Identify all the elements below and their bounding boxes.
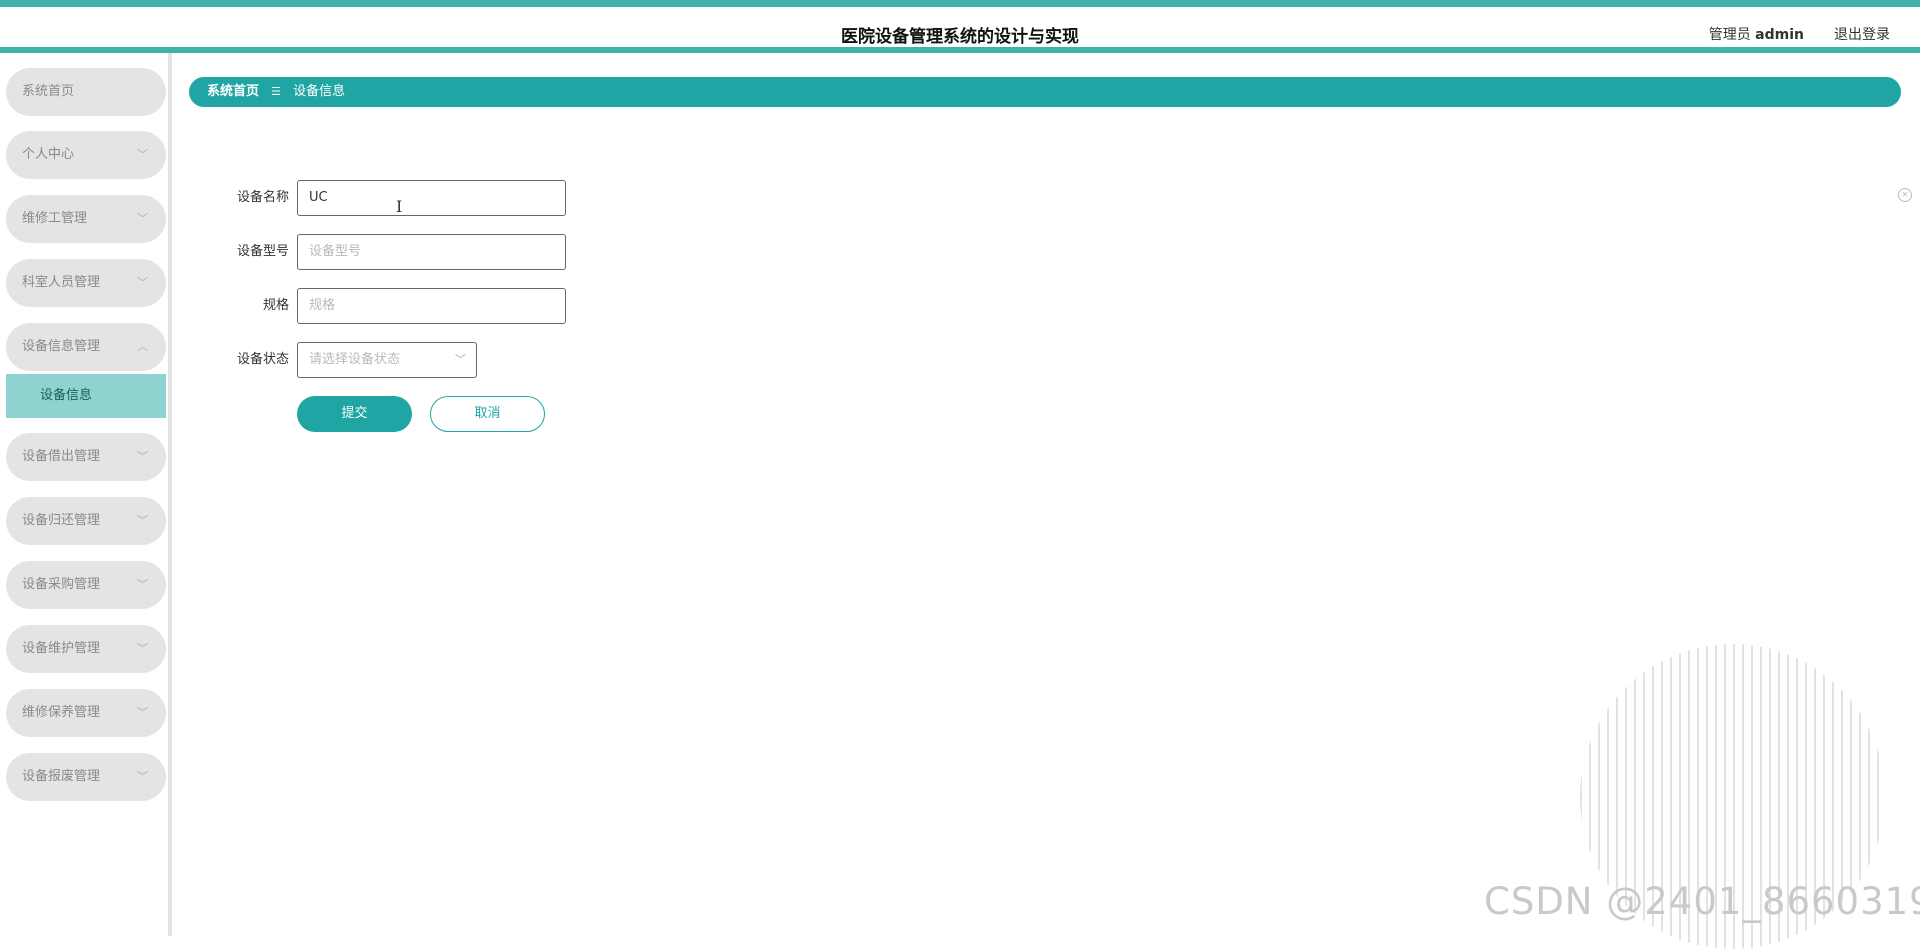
chevron-down-icon: ﹀ [137,578,148,591]
text-cursor-icon: I [396,197,403,216]
sidebar-item-equipment-scrap[interactable]: 设备报废管理 ﹀ [6,753,166,801]
status-placeholder: 请选择设备状态 [309,352,401,367]
status-label: 设备状态 [236,352,289,367]
breadcrumb-current: 设备信息 [293,84,346,99]
sidebar-item-label: 设备借出管理 [22,449,101,464]
sidebar-item-label: 设备采购管理 [22,577,101,592]
user-info: 管理员 admin [1709,24,1804,44]
sidebar-item-label: 设备信息管理 [22,339,101,354]
chevron-down-icon: ﹀ [137,514,148,527]
submit-button[interactable]: 提交 [297,396,412,432]
chevron-down-icon: ﹀ [137,706,148,719]
sidebar-item-equipment-return[interactable]: 设备归还管理 ﹀ [6,497,166,545]
sidebar-item-equipment-maintenance[interactable]: 设备维护管理 ﹀ [6,625,166,673]
sidebar-item-label: 设备报废管理 [22,769,101,784]
model-label: 设备型号 [236,244,289,259]
sidebar-item-label: 维修工管理 [22,211,88,226]
equipment-model-input[interactable]: 设备型号 [297,234,566,270]
sidebar-subitem-equipment-info[interactable]: 设备信息 [6,374,166,418]
sidebar-item-label: 设备维护管理 [22,641,101,656]
sidebar-item-equipment-info[interactable]: 设备信息管理 ︿ [6,323,166,371]
sidebar-item-label: 维修保养管理 [22,705,101,720]
sidebar-item-equipment-purchase[interactable]: 设备采购管理 ﹀ [6,561,166,609]
breadcrumb-separator-icon: ☰ [271,85,282,98]
sidebar-item-repairman[interactable]: 维修工管理 ﹀ [6,195,166,243]
sidebar-item-home[interactable]: 系统首页 [6,68,166,116]
spec-input[interactable]: 规格 [297,288,566,324]
logout-link[interactable]: 退出登录 [1834,24,1890,44]
cancel-button[interactable]: 取消 [430,396,545,432]
header-bottom-bar [0,47,1920,53]
chevron-down-icon: ﹀ [455,353,466,366]
spec-label: 规格 [262,298,289,313]
sidebar-item-label: 个人中心 [22,147,75,162]
chevron-down-icon: ﹀ [137,642,148,655]
chevron-down-icon: ﹀ [137,148,148,161]
sidebar-item-label: 科室人员管理 [22,275,101,290]
sidebar-item-equipment-loan[interactable]: 设备借出管理 ﹀ [6,433,166,481]
header: 医院设备管理系统的设计与实现 管理员 admin 退出登录 [0,7,1920,47]
sidebar-item-repair-upkeep[interactable]: 维修保养管理 ﹀ [6,689,166,737]
sidebar-item-personal-center[interactable]: 个人中心 ﹀ [6,131,166,179]
breadcrumb: 系统首页 ☰ 设备信息 [189,77,1901,107]
sidebar-item-label: 设备归还管理 [22,513,101,528]
equipment-name-input[interactable]: UC [297,180,566,216]
sidebar-item-label: 系统首页 [22,84,75,99]
equipment-status-select[interactable]: 请选择设备状态 ﹀ [297,342,477,378]
close-icon[interactable]: ✕ [1898,188,1912,202]
chevron-up-icon: ︿ [137,340,148,353]
chevron-down-icon: ﹀ [137,276,148,289]
top-accent-bar [0,0,1920,7]
user-name: admin [1755,27,1804,43]
sidebar-item-department-staff[interactable]: 科室人员管理 ﹀ [6,259,166,307]
breadcrumb-home[interactable]: 系统首页 [207,84,259,99]
watermark: CSDN @2401_86603196 [1484,880,1920,923]
chevron-down-icon: ﹀ [137,770,148,783]
chevron-down-icon: ﹀ [137,212,148,225]
user-role: 管理员 [1708,27,1751,43]
app-title: 医院设备管理系统的设计与实现 [841,27,1079,47]
chevron-down-icon: ﹀ [137,450,148,463]
sidebar: 系统首页 个人中心 ﹀ 维修工管理 ﹀ 科室人员管理 ﹀ 设备信息管理 ︿ 设备… [0,53,172,936]
name-label: 设备名称 [236,190,289,205]
